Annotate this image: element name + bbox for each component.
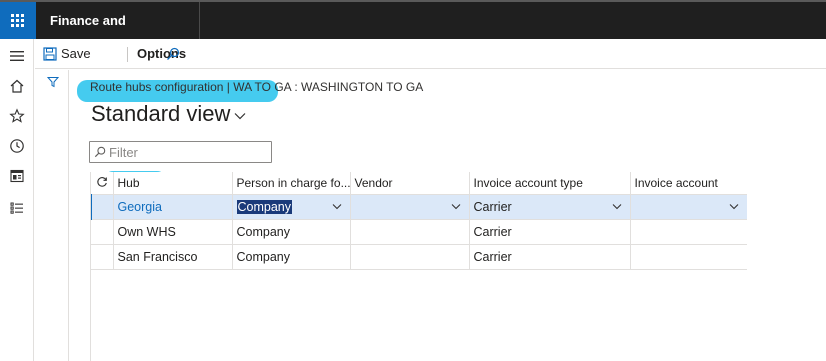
- table-row[interactable]: Own WHS Company Carrier: [91, 219, 747, 245]
- row-selector[interactable]: [91, 244, 113, 270]
- column-header-hub[interactable]: Hub: [112, 172, 232, 195]
- list-icon[interactable]: [8, 199, 26, 217]
- table-row[interactable]: Georgia Company Carrier: [90, 194, 747, 220]
- table-row[interactable]: San Francisco Company Carrier: [91, 244, 747, 270]
- vendor-cell[interactable]: [349, 244, 469, 270]
- person-in-charge-cell[interactable]: Company: [231, 244, 350, 270]
- menu-icon[interactable]: [8, 47, 26, 65]
- hub-cell[interactable]: Georgia: [112, 194, 232, 220]
- action-pane: Save Options: [35, 39, 826, 69]
- column-header-invoice-account[interactable]: Invoice account: [629, 172, 747, 195]
- refresh-column-header[interactable]: [91, 172, 113, 195]
- row-selector[interactable]: [90, 194, 113, 220]
- invoice-account-type-value: Carrier: [473, 199, 512, 214]
- clock-icon[interactable]: [8, 137, 26, 155]
- invoice-account-cell[interactable]: [629, 244, 747, 270]
- search-icon: [94, 146, 106, 158]
- filter-pane: [35, 70, 69, 361]
- top-bar: Finance and Operations: [0, 0, 826, 65]
- search-icon[interactable]: [166, 45, 180, 63]
- invoice-account-select[interactable]: [629, 194, 747, 220]
- hub-cell[interactable]: San Francisco: [112, 244, 232, 270]
- page-title: Standard view: [91, 101, 231, 126]
- workspace-icon[interactable]: [8, 167, 26, 185]
- invoice-account-type-cell[interactable]: Carrier: [468, 244, 630, 270]
- refresh-icon[interactable]: [95, 175, 109, 189]
- app-title[interactable]: Finance and Operations: [36, 2, 200, 65]
- star-icon[interactable]: [8, 107, 26, 125]
- hub-link[interactable]: Georgia: [118, 200, 162, 214]
- person-in-charge-cell[interactable]: Company: [231, 219, 350, 245]
- save-button[interactable]: Save: [43, 45, 91, 63]
- toolbar-divider: [127, 47, 128, 62]
- hubs-grid: Hub Person in charge fo... Vendor Invoic…: [90, 172, 747, 270]
- view-selector[interactable]: Standard view: [91, 101, 246, 127]
- save-icon: [43, 47, 57, 61]
- chevron-down-icon[interactable]: [729, 203, 739, 210]
- filter-field[interactable]: [89, 141, 272, 163]
- invoice-account-type-cell[interactable]: Carrier: [468, 219, 630, 245]
- chevron-down-icon[interactable]: [451, 203, 461, 210]
- row-selector[interactable]: [91, 219, 113, 245]
- chevron-down-icon[interactable]: [612, 203, 622, 210]
- invoice-account-type-select[interactable]: Carrier: [468, 194, 630, 220]
- person-in-charge-value: Company: [236, 199, 292, 214]
- grid-left-border: [90, 172, 91, 361]
- funnel-icon[interactable]: [46, 76, 60, 91]
- hub-cell[interactable]: Own WHS: [112, 219, 232, 245]
- column-header-person-in-charge[interactable]: Person in charge fo...: [231, 172, 350, 195]
- app-launcher-button[interactable]: [0, 2, 36, 39]
- vendor-select[interactable]: [349, 194, 469, 220]
- breadcrumb: Route hubs configuration | WA TO GA : WA…: [90, 80, 424, 94]
- grid-header-row: Hub Person in charge fo... Vendor Invoic…: [91, 172, 747, 195]
- navigation-rail: [0, 39, 34, 361]
- column-header-invoice-account-type[interactable]: Invoice account type: [468, 172, 630, 195]
- home-icon[interactable]: [8, 77, 26, 95]
- chevron-down-icon[interactable]: [332, 203, 342, 210]
- filter-input[interactable]: [109, 144, 259, 160]
- column-header-vendor[interactable]: Vendor: [349, 172, 469, 195]
- vendor-cell[interactable]: [349, 219, 469, 245]
- invoice-account-cell[interactable]: [629, 219, 747, 245]
- chevron-down-icon: [234, 113, 246, 120]
- save-button-label: Save: [61, 46, 91, 61]
- person-in-charge-select[interactable]: Company: [231, 194, 350, 220]
- waffle-icon: [11, 13, 25, 28]
